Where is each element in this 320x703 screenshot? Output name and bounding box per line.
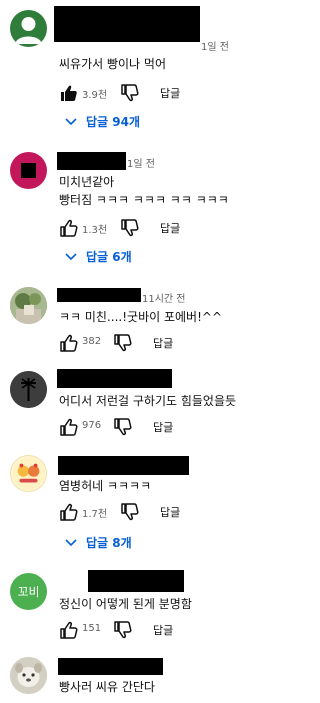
- dislike-button[interactable]: [113, 417, 133, 437]
- like-button[interactable]: [59, 502, 79, 522]
- replies-label: 답글 94개: [86, 114, 140, 129]
- comment-text: 빵사러 씨유 간단다: [59, 680, 155, 694]
- author-name-redacted[interactable]: [58, 658, 163, 675]
- chevron-down-icon: [65, 539, 77, 547]
- like-button[interactable]: [59, 417, 79, 437]
- comment-time[interactable]: 11시간 전: [142, 290, 186, 305]
- view-replies-button[interactable]: 답글 6개: [64, 246, 132, 266]
- author-name-redacted[interactable]: [57, 152, 126, 170]
- comment-actions: 1.3천 답글: [59, 218, 299, 238]
- chevron-down-icon: [65, 118, 77, 126]
- author-name-redacted[interactable]: [57, 288, 141, 302]
- dislike-button[interactable]: [113, 620, 133, 640]
- thumbs-down-icon: [121, 84, 139, 102]
- dislike-button[interactable]: [120, 502, 140, 522]
- avatar[interactable]: [10, 657, 47, 694]
- avatar[interactable]: 꼬비: [10, 573, 47, 610]
- like-count: 382: [82, 336, 102, 347]
- square-icon: [21, 163, 36, 178]
- thumbs-up-icon: [60, 503, 78, 521]
- comment-actions: 382 답글: [59, 333, 299, 353]
- avatar[interactable]: [10, 371, 47, 408]
- comment-time[interactable]: 1일 전: [127, 155, 155, 170]
- comment-text: 미치년같아 빵터짐 ㅋㅋㅋ ㅋㅋㅋ ㅋㅋ ㅋㅋㅋ: [59, 175, 229, 207]
- reply-button[interactable]: 답글: [160, 220, 180, 236]
- comment-text: 씨유가서 빵이나 먹어: [59, 57, 166, 71]
- thumbs-down-icon: [121, 219, 139, 237]
- chevron-down-icon: [65, 253, 77, 261]
- view-replies-button[interactable]: 답글 94개: [64, 111, 140, 131]
- thumbs-down-icon: [114, 418, 132, 436]
- thumbs-up-icon: [60, 621, 78, 639]
- comment-text: 염병허네 ㅋㅋㅋㅋ: [59, 479, 152, 493]
- avatar[interactable]: [10, 287, 47, 324]
- author-name-redacted[interactable]: [54, 6, 200, 42]
- replies-label: 답글 8개: [86, 535, 132, 550]
- like-count: 976: [82, 420, 102, 431]
- reply-button[interactable]: 답글: [153, 335, 173, 351]
- like-count: 3.9천: [82, 90, 108, 101]
- sticker-icon: [12, 457, 45, 490]
- thumbs-up-filled-icon: [61, 85, 77, 101]
- like-button[interactable]: [59, 218, 79, 238]
- avatar-initials: 꼬비: [17, 585, 40, 599]
- reply-button[interactable]: 답글: [160, 504, 180, 520]
- like-count: 151: [82, 623, 102, 634]
- author-name-redacted[interactable]: [57, 369, 172, 388]
- thumbs-up-icon: [60, 334, 78, 352]
- view-replies-button[interactable]: 답글 8개: [64, 532, 132, 552]
- dislike-button[interactable]: [120, 218, 140, 238]
- thumbs-down-icon: [114, 621, 132, 639]
- thumbs-down-icon: [114, 334, 132, 352]
- like-button[interactable]: [59, 83, 79, 103]
- author-name-redacted[interactable]: [58, 456, 189, 475]
- reply-button[interactable]: 답글: [153, 419, 173, 435]
- person-icon: [15, 17, 42, 44]
- dislike-button[interactable]: [120, 83, 140, 103]
- comment-actions: 976 답글: [59, 417, 299, 437]
- like-count: 1.3천: [82, 225, 108, 236]
- avatar[interactable]: [10, 152, 47, 189]
- reply-button[interactable]: 답글: [160, 85, 180, 101]
- like-button[interactable]: [59, 333, 79, 353]
- thumbs-up-icon: [60, 418, 78, 436]
- replies-label: 답글 6개: [86, 249, 132, 264]
- comment-time[interactable]: 1일 전: [201, 38, 229, 53]
- comment-actions: 1.7천 답글: [59, 502, 299, 522]
- photo-icon: [10, 287, 47, 324]
- avatar[interactable]: [10, 455, 47, 492]
- thumbs-up-icon: [60, 219, 78, 237]
- comment-actions: 3.9천 답글: [59, 83, 299, 103]
- comment-text: 어디서 저런걸 구하기도 힘들었을듯: [59, 394, 237, 408]
- reply-button[interactable]: 답글: [153, 622, 173, 638]
- comment-text: ㅋㅋ 미친....!굿바이 포에버!^^: [59, 310, 223, 324]
- symbol-icon: [10, 371, 47, 408]
- like-button[interactable]: [59, 620, 79, 640]
- comment-text: 정신이 어떻게 된게 분명함: [59, 597, 192, 611]
- thumbs-down-icon: [121, 503, 139, 521]
- like-count: 1.7천: [82, 509, 108, 520]
- photo-icon: [10, 657, 47, 694]
- author-name-redacted[interactable]: [88, 570, 184, 592]
- dislike-button[interactable]: [113, 333, 133, 353]
- avatar[interactable]: [10, 10, 47, 47]
- comment-actions: 151 답글: [59, 620, 299, 640]
